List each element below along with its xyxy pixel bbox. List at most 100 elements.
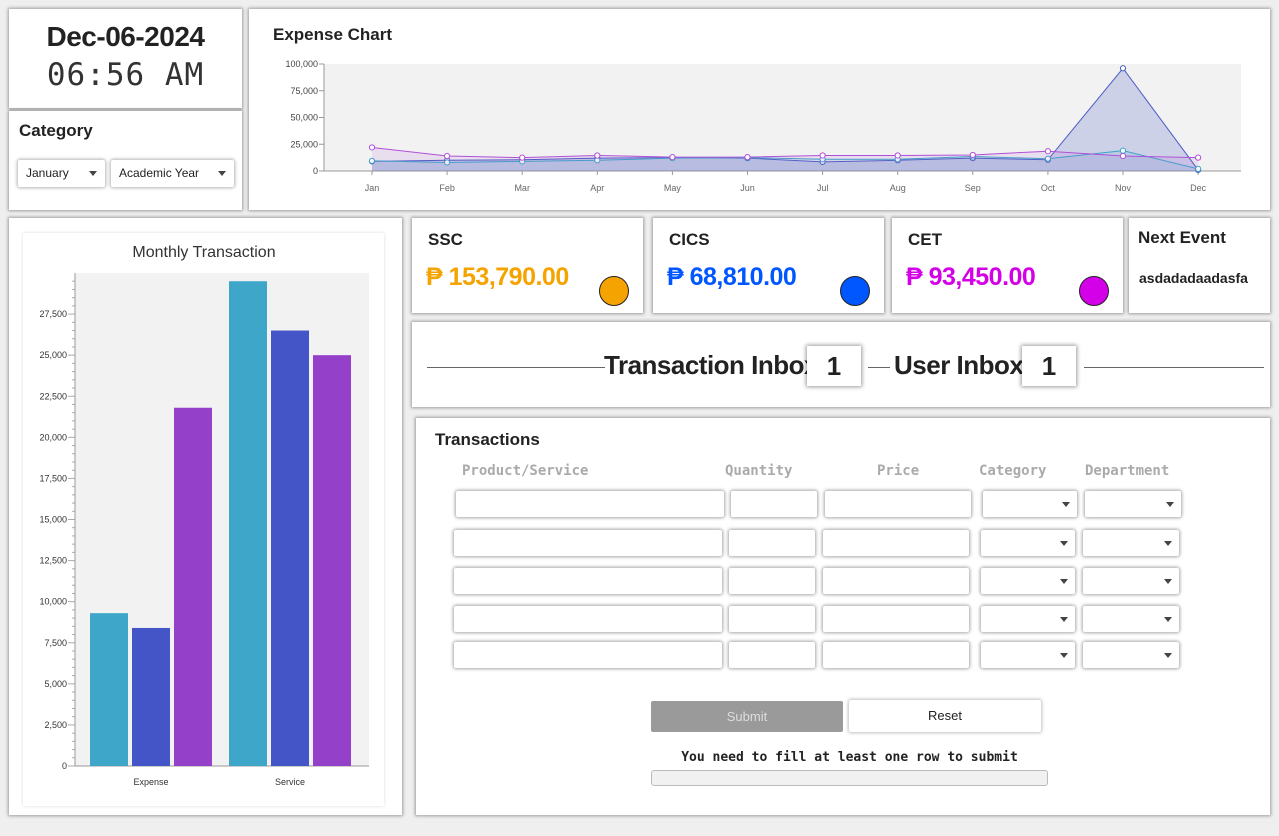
price-input[interactable] — [823, 530, 969, 556]
chevron-down-icon — [1060, 617, 1068, 622]
cet-card-title: CET — [908, 230, 942, 249]
data-point — [1119, 65, 1127, 72]
chevron-down-icon — [1164, 541, 1172, 546]
category-select[interactable] — [981, 530, 1075, 556]
header-price: Price — [877, 463, 920, 479]
product-input[interactable] — [454, 530, 722, 556]
department-select[interactable] — [1085, 491, 1181, 517]
month-select[interactable]: January — [18, 160, 105, 187]
monthly-transaction-chart: Monthly Transaction 0 2,500 5,000 7,500 10,00… — [39, 244, 369, 787]
reset-button[interactable]: Reset — [849, 700, 1041, 732]
chevron-down-icon — [1164, 579, 1172, 584]
x-tick-label: Expense — [133, 777, 168, 787]
department-select[interactable] — [1083, 530, 1179, 556]
data-point — [744, 153, 751, 161]
category-title: Category — [19, 121, 93, 140]
x-tick-label: Jul — [817, 183, 829, 193]
y-tick-label: 10,000 — [39, 597, 67, 607]
cics-color-dot — [840, 276, 870, 306]
x-tick-label: Oct — [1041, 183, 1056, 193]
product-input[interactable] — [454, 642, 722, 668]
x-tick-label: Mar — [514, 183, 530, 193]
bar — [90, 613, 128, 766]
y-tick-label: 25,000 — [39, 350, 67, 360]
expense-chart-title: Expense Chart — [273, 25, 393, 44]
category-select[interactable] — [983, 491, 1077, 517]
transactions-title: Transactions — [435, 430, 540, 449]
ssc-card-title: SSC — [428, 230, 463, 249]
x-tick-label: Aug — [890, 183, 906, 193]
expense-chart-panel: 0 25,000 50,000 75,000 100,000 Jan Feb Mar Apr Ma… — [249, 9, 1270, 210]
category-select[interactable] — [981, 606, 1075, 632]
header-product-service: Product/Service — [462, 463, 589, 479]
bar — [132, 627, 170, 766]
monthly-transaction-chart-card: Monthly Transaction 0 2,500 5,000 7,500 10,00… — [23, 233, 384, 806]
product-input[interactable] — [454, 606, 722, 632]
expense-chart: 0 25,000 50,000 75,000 100,000 Jan Feb Mar Apr Ma… — [285, 59, 1241, 193]
y-tick-label: 2,500 — [44, 720, 67, 730]
chevron-down-icon — [1166, 502, 1174, 507]
x-tick-label: Jun — [740, 183, 755, 193]
quantity-input[interactable] — [729, 642, 815, 668]
quantity-input[interactable] — [729, 606, 815, 632]
department-select[interactable] — [1083, 568, 1179, 594]
y-tick-label: 25,000 — [290, 139, 318, 149]
data-point — [1195, 154, 1202, 161]
category-select[interactable] — [981, 568, 1075, 594]
quantity-input[interactable] — [729, 568, 815, 594]
year-select[interactable]: Academic Year — [111, 160, 234, 187]
month-select-value: January — [26, 166, 69, 180]
bar — [271, 330, 309, 766]
header-quantity: Quantity — [725, 463, 793, 479]
cics-card-title: CICS — [669, 230, 710, 249]
monthly-transaction-panel: Monthly Transaction 0 2,500 5,000 7,500 10,00… — [9, 218, 402, 815]
next-event-text: asdadadaadasfa — [1139, 270, 1248, 286]
price-input[interactable] — [823, 642, 969, 668]
chevron-down-icon — [1164, 653, 1172, 658]
y-tick-label: 75,000 — [290, 86, 318, 96]
department-select[interactable] — [1083, 642, 1179, 668]
header-category: Category — [979, 463, 1047, 479]
bar — [174, 407, 212, 766]
quantity-input[interactable] — [731, 491, 817, 517]
transaction-inbox-count[interactable]: 1 — [807, 346, 861, 386]
ssc-color-dot — [599, 276, 629, 306]
price-input[interactable] — [825, 491, 971, 517]
user-inbox-count[interactable]: 1 — [1022, 346, 1076, 386]
data-point — [444, 152, 451, 160]
y-tick-label: 12,500 — [39, 556, 67, 566]
x-tick-label: Nov — [1115, 183, 1132, 193]
data-point — [669, 153, 676, 161]
data-point — [594, 152, 601, 159]
cet-card-amount: ₱ 93,450.00 — [906, 263, 1036, 291]
ssc-card: SSC ₱ 153,790.00 — [412, 218, 643, 313]
transactions-panel: Transactions Product/Service Quantity Pr… — [416, 418, 1270, 815]
chart-title: Monthly Transaction — [132, 244, 275, 261]
product-input[interactable] — [454, 568, 722, 594]
current-time: 06:56 AM — [46, 57, 205, 93]
product-input[interactable] — [456, 491, 724, 517]
submit-note: You need to fill at least one row to sub… — [681, 750, 1018, 765]
price-input[interactable] — [823, 568, 969, 594]
x-tick-label: Service — [275, 777, 305, 787]
submit-button[interactable]: Submit — [651, 701, 843, 732]
y-tick-label: 5,000 — [44, 679, 67, 689]
y-tick-label: 15,000 — [39, 515, 67, 525]
divider — [868, 367, 890, 368]
data-point — [519, 154, 526, 161]
quantity-input[interactable] — [729, 530, 815, 556]
price-input[interactable] — [823, 606, 969, 632]
x-tick-label: Dec — [1190, 183, 1207, 193]
data-point — [368, 144, 376, 151]
x-tick-label: Apr — [590, 183, 604, 193]
cics-card-amount: ₱ 68,810.00 — [667, 263, 797, 291]
department-select[interactable] — [1083, 606, 1179, 632]
category-select[interactable] — [981, 642, 1075, 668]
year-select-value: Academic Year — [119, 166, 200, 180]
x-tick-label: May — [664, 183, 682, 193]
cet-card: CET ₱ 93,450.00 — [892, 218, 1123, 313]
chevron-down-icon — [1060, 541, 1068, 546]
cet-color-dot — [1079, 276, 1109, 306]
progress-bar — [651, 770, 1048, 786]
chevron-down-icon — [89, 171, 97, 176]
